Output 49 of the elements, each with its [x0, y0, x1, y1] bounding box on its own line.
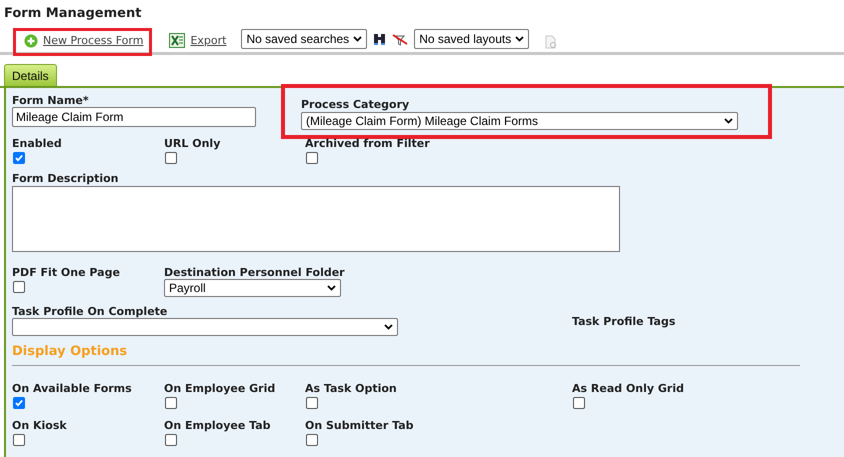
checkbox[interactable] [13, 434, 25, 446]
checkbox[interactable] [573, 397, 585, 409]
field-label: Destination Personnel Folder [164, 266, 345, 279]
caret-icon [724, 118, 733, 124]
tab[interactable]: Details [4, 64, 57, 86]
checkbox[interactable] [165, 152, 177, 164]
text-field[interactable]: Mileage Claim Form [12, 107, 256, 127]
checkbox[interactable] [306, 434, 318, 446]
field-label: On Employee Grid [164, 382, 276, 395]
text-area[interactable] [12, 186, 620, 252]
clear-filter-icon[interactable] [392, 32, 408, 46]
new-process-form-link[interactable]: New Process Form [13, 28, 152, 56]
checkbox[interactable] [13, 397, 25, 409]
checkbox[interactable] [13, 152, 25, 164]
checkbox[interactable] [165, 397, 177, 409]
caret-icon [327, 285, 336, 291]
field-label: Task Profile Tags [572, 315, 676, 328]
dropdown[interactable]: (Mileage Claim Form) Mileage Claim Forms [301, 112, 738, 130]
field-label: Process Category [301, 98, 410, 111]
field-label: PDF Fit One Page [12, 266, 120, 279]
field-label: On Kiosk [12, 419, 67, 432]
field-label: Enabled [12, 137, 62, 150]
saved-layouts-dropdown[interactable]: No saved layouts [414, 28, 530, 48]
field-label: On Submitter Tab [305, 419, 414, 432]
field-label: Form Name* [12, 94, 89, 107]
field-label: On Employee Tab [164, 419, 270, 432]
field-label: Task Profile On Complete [12, 305, 168, 318]
dropdown[interactable] [12, 318, 398, 336]
plus-icon [24, 34, 38, 48]
checkbox[interactable] [306, 152, 318, 164]
caret-icon [515, 36, 524, 42]
caret-icon [384, 324, 393, 330]
checkbox[interactable] [13, 281, 25, 293]
field-label: As Read Only Grid [572, 382, 684, 395]
field-label: URL Only [164, 137, 220, 150]
binoculars-icon[interactable] [373, 32, 386, 46]
caret-icon [353, 36, 362, 42]
section-heading: Display Options [12, 344, 128, 359]
field-label: On Available Forms [12, 382, 132, 395]
field-label: Archived from Filter [305, 137, 430, 150]
checkbox[interactable] [306, 397, 318, 409]
export-link[interactable]: Export [158, 27, 236, 56]
saved-searches-dropdown[interactable]: No saved searches [241, 28, 368, 48]
dropdown[interactable]: Payroll [164, 279, 341, 297]
spreadsheet-icon [169, 33, 186, 48]
field-label: Form Description [12, 172, 118, 185]
page-title: Form Management [3, 5, 142, 23]
field-label: As Task Option [305, 382, 397, 395]
checkbox[interactable] [165, 434, 177, 446]
